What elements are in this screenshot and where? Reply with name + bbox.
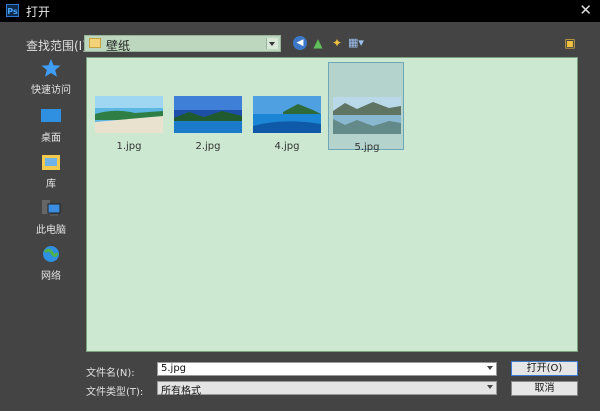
computer-icon	[40, 198, 62, 218]
look-in-value: 壁纸	[106, 39, 131, 53]
chevron-down-icon[interactable]	[487, 385, 493, 389]
place-label: 库	[46, 179, 56, 190]
place-label: 桌面	[41, 133, 61, 144]
filename-input[interactable]: 5.jpg	[157, 362, 497, 376]
window-title: 打开	[26, 5, 51, 19]
thumbnail-image	[253, 96, 321, 133]
place-label: 快速访问	[31, 85, 71, 96]
file-tile-5[interactable]: 5.jpg	[328, 62, 404, 153]
folder-icon[interactable]: ▣	[563, 36, 577, 50]
title-bar: Ps 打开 ✕	[0, 0, 600, 22]
file-name: 5.jpg	[354, 142, 380, 153]
chevron-down-icon[interactable]	[487, 366, 493, 370]
view-menu-icon[interactable]: ▦▾	[346, 36, 366, 50]
look-in-label: 查找范围(I):	[26, 39, 91, 53]
filetype-label: 文件类型(T):	[86, 387, 144, 398]
photoshop-icon: Ps	[6, 4, 19, 17]
look-in-combo[interactable]: 壁纸	[84, 35, 281, 53]
thumbnail-image	[95, 96, 163, 133]
network-icon	[40, 244, 62, 264]
file-name: 4.jpg	[274, 141, 300, 152]
thumbnail-image	[333, 97, 401, 134]
star-icon	[40, 58, 62, 78]
filename-value: 5.jpg	[161, 363, 187, 374]
filetype-select[interactable]: 所有格式	[157, 381, 497, 397]
new-folder-icon[interactable]: ✦	[330, 36, 344, 50]
up-folder-icon[interactable]: ▲	[311, 36, 325, 50]
filename-label: 文件名(N):	[86, 368, 135, 379]
thumbnail-image	[174, 96, 242, 133]
file-list[interactable]: 1.jpg 2.jpg 4.jpg 5.jpg	[86, 57, 578, 352]
filetype-value: 所有格式	[161, 386, 201, 397]
place-network[interactable]: 网络	[26, 244, 76, 282]
back-icon[interactable]: ◀	[293, 36, 307, 50]
place-quick-access[interactable]: 快速访问	[26, 58, 76, 96]
place-label: 此电脑	[36, 225, 66, 236]
open-button[interactable]: 打开(O)	[511, 361, 578, 376]
place-library[interactable]: 库	[26, 152, 76, 190]
file-tile-4[interactable]: 4.jpg	[249, 62, 325, 152]
folder-icon	[89, 38, 101, 48]
cancel-button[interactable]: 取消	[511, 381, 578, 396]
file-name: 2.jpg	[195, 141, 221, 152]
place-this-pc[interactable]: 此电脑	[26, 198, 76, 236]
file-tile-2[interactable]: 2.jpg	[170, 62, 246, 152]
place-desktop[interactable]: 桌面	[26, 106, 76, 144]
chevron-down-icon[interactable]	[266, 38, 278, 49]
file-name: 1.jpg	[116, 141, 142, 152]
desktop-icon	[40, 106, 62, 126]
file-tile-1[interactable]: 1.jpg	[91, 62, 167, 152]
close-icon[interactable]: ✕	[579, 1, 592, 19]
library-icon	[40, 152, 62, 172]
place-label: 网络	[41, 271, 61, 282]
